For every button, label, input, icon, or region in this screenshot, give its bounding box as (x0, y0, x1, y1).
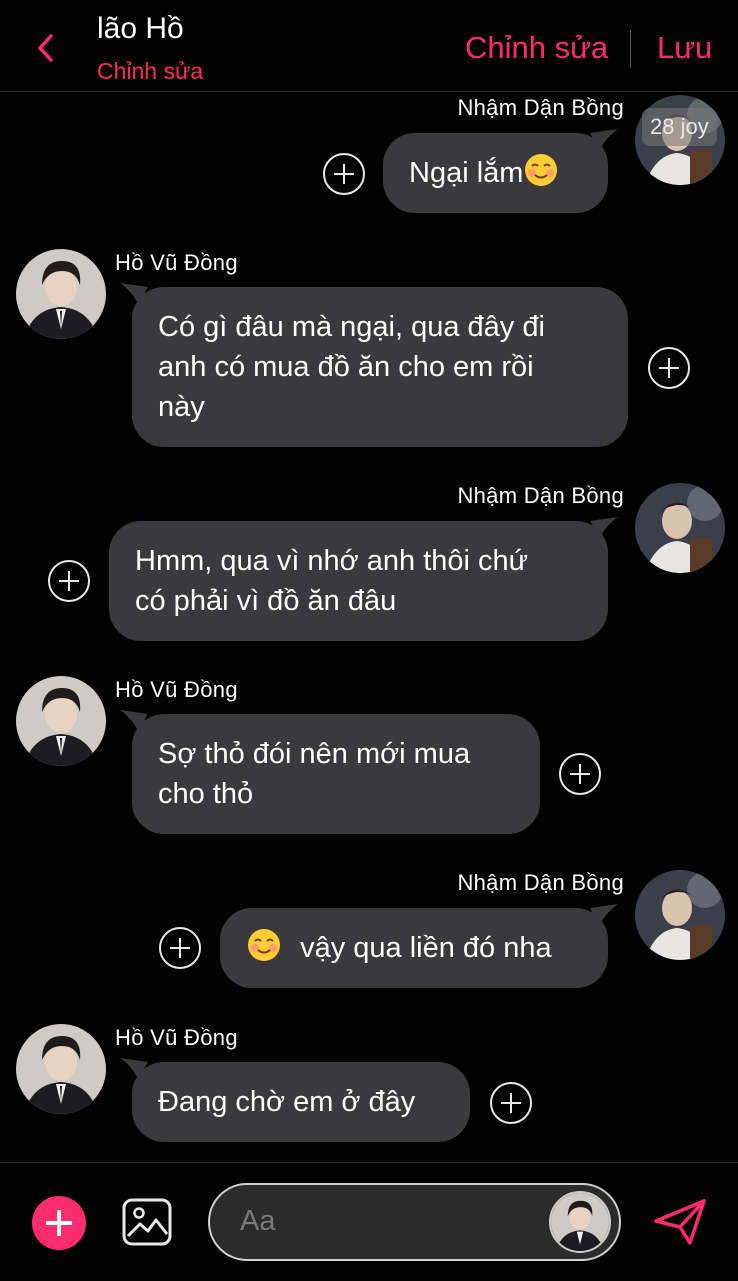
message-line: anh có mua đồ ăn cho em rồi (158, 351, 534, 383)
react-add-button[interactable] (48, 560, 90, 602)
react-add-button[interactable] (559, 753, 601, 795)
message-line: Có gì đâu mà ngại, qua đây đi (158, 311, 545, 343)
chat-header: lão Hồ Chỉnh sửa Chỉnh sửa Lưu (0, 0, 738, 92)
react-add-button[interactable] (490, 1082, 532, 1124)
react-add-button[interactable] (159, 927, 201, 969)
message-text: vậy qua liền đó nha (300, 932, 552, 964)
chat-subtitle: Chỉnh sửa (97, 58, 204, 84)
avatar[interactable] (16, 249, 106, 339)
bubble-tail (120, 710, 148, 732)
bubble-tail (590, 517, 618, 539)
message-bubble-outgoing[interactable]: vậy qua liền đó nha (220, 904, 618, 988)
message-bubble-incoming[interactable]: Có gì đâu mà ngại, qua đây đi anh có mua… (120, 283, 628, 447)
bubble-tail (120, 283, 148, 305)
smiling-face-icon (525, 154, 558, 186)
header-divider (630, 30, 631, 68)
send-icon[interactable] (652, 1197, 708, 1247)
save-button[interactable]: Lưu (657, 30, 712, 66)
watermark: 28 joy (642, 108, 717, 146)
message-line: Sợ thỏ đói nên mới mua (158, 738, 471, 770)
message-line: này (158, 391, 205, 423)
message-bubble-incoming[interactable]: Đang chờ em ở đây (120, 1058, 470, 1142)
message-bubble-outgoing[interactable]: Hmm, qua vì nhớ anh thôi chứ có phải vì … (109, 517, 618, 641)
avatar[interactable] (16, 676, 106, 766)
smiling-face-icon (248, 929, 280, 961)
bubble-tail (590, 904, 618, 926)
bubble-tail (120, 1058, 148, 1080)
sender-name: Hồ Vũ Đồng (115, 1025, 238, 1050)
avatar[interactable] (635, 483, 725, 573)
sender-name: Nhậm Dận Bồng (457, 870, 624, 895)
sender-name: Hồ Vũ Đồng (115, 677, 238, 702)
avatar-image-left (16, 676, 106, 766)
avatar-image-left (16, 1024, 106, 1114)
edit-button[interactable]: Chỉnh sửa (465, 30, 608, 66)
sender-name: Hồ Vũ Đồng (115, 250, 238, 275)
sender-name: Nhậm Dận Bồng (457, 95, 624, 120)
message-line: cho thỏ (158, 778, 254, 810)
message-line: Hmm, qua vì nhớ anh thôi chứ (135, 545, 529, 577)
bubble-tail (590, 129, 618, 151)
avatar-image-right (635, 483, 725, 573)
react-add-button[interactable] (323, 153, 365, 195)
avatar[interactable] (16, 1024, 106, 1114)
add-icon[interactable] (32, 1196, 86, 1250)
composer-avatar[interactable] (549, 1191, 611, 1253)
avatar[interactable] (635, 870, 725, 960)
message-text: Đang chờ em ở đây (158, 1086, 416, 1118)
message-bubble-outgoing[interactable]: Ngại lắm (383, 129, 618, 213)
chat-title: lão Hồ (97, 12, 184, 45)
message-input-placeholder: Aa (240, 1205, 276, 1237)
avatar-image-left (551, 1193, 609, 1251)
image-icon[interactable] (122, 1198, 172, 1246)
react-add-button[interactable] (648, 347, 690, 389)
avatar-image-right (635, 870, 725, 960)
message-text: Ngại lắm (409, 157, 524, 189)
avatar-image-left (16, 249, 106, 339)
chevron-left-icon (38, 34, 53, 62)
message-input[interactable]: Aa (208, 1183, 621, 1261)
composer-bar: Aa (0, 1162, 738, 1281)
message-line: có phải vì đồ ăn đâu (135, 585, 397, 617)
back-button[interactable] (30, 30, 60, 66)
sender-name: Nhậm Dận Bồng (457, 483, 624, 508)
message-bubble-incoming[interactable]: Sợ thỏ đói nên mới mua cho thỏ (120, 710, 540, 834)
